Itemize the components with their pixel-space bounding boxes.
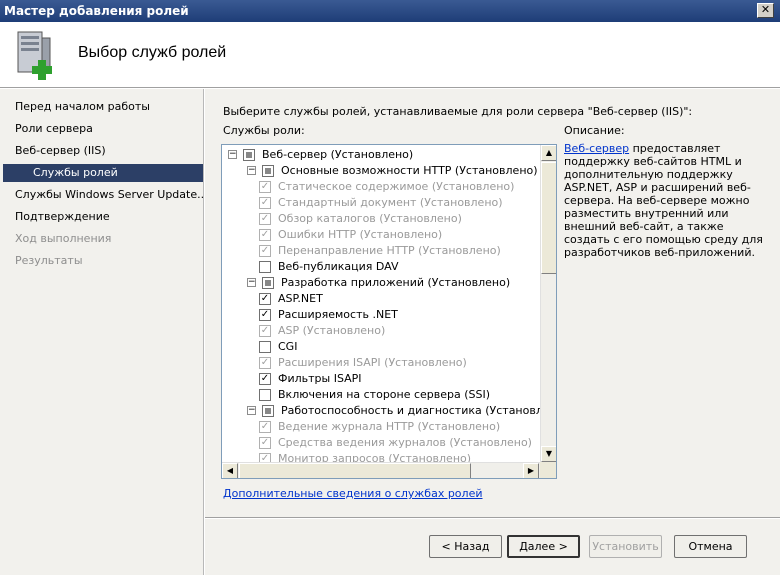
wizard-steps-nav: Перед началом работы Роли сервера Веб-се… [0, 89, 204, 575]
checkbox: ✓ [259, 245, 271, 257]
tree-item-label: CGI [278, 340, 298, 353]
tree-item-label: Веб-сервер (Установлено) [262, 148, 414, 161]
scroll-left-icon[interactable]: ◀ [222, 463, 238, 478]
checkbox: ✓ [259, 213, 271, 225]
checkbox[interactable] [259, 261, 271, 273]
tree-item-label: Веб-публикация DAV [278, 260, 399, 273]
tree-item-label: Основные возможности HTTP (Установлено) [281, 164, 538, 177]
checkbox[interactable]: ✓ [259, 309, 271, 321]
nav-step-confirmation[interactable]: Подтверждение [0, 208, 204, 226]
vertical-scrollbar[interactable]: ▲ ▼ [540, 145, 556, 462]
checkbox[interactable] [259, 389, 271, 401]
collapse-icon[interactable]: − [247, 406, 256, 415]
nav-step-progress: Ход выполнения [15, 232, 112, 245]
instruction-text: Выберите службы ролей, устанавливаемые д… [223, 105, 693, 118]
tree-item-label: Статическое содержимое (Установлено) [278, 180, 515, 193]
description-text: Веб-сервер предоставляет поддержку веб-с… [564, 142, 764, 259]
wizard-header: Выбор служб ролей [0, 22, 780, 88]
checkbox[interactable] [243, 149, 255, 161]
checkbox: ✓ [259, 229, 271, 241]
description-body: предоставляет поддержку веб-сайтов HTML … [564, 142, 763, 259]
title-bar: Мастер добавления ролей ✕ [0, 0, 780, 22]
checkbox: ✓ [259, 181, 271, 193]
scroll-down-icon[interactable]: ▼ [541, 446, 556, 462]
checkbox: ✓ [259, 357, 271, 369]
tree-item-label: Расширяемость .NET [278, 308, 398, 321]
install-button: Установить [589, 535, 662, 558]
checkbox: ✓ [259, 197, 271, 209]
checkbox[interactable] [262, 405, 274, 417]
description-label: Описание: [564, 124, 625, 137]
collapse-icon[interactable]: − [247, 166, 256, 175]
more-info-link[interactable]: Дополнительные сведения о службах ролей [223, 487, 483, 500]
tree-item-label: Фильтры ISAPI [278, 372, 362, 385]
checkbox: ✓ [259, 421, 271, 433]
tree-item-label: Перенаправление HTTP (Установлено) [278, 244, 501, 257]
tree-item-label: Ошибки HTTP (Установлено) [278, 228, 443, 241]
collapse-icon[interactable]: − [228, 150, 237, 159]
footer-separator [205, 517, 780, 519]
horizontal-scroll-thumb[interactable] [239, 463, 471, 478]
collapse-icon[interactable]: − [247, 278, 256, 287]
tree-item-label: ASP.NET [278, 292, 323, 305]
nav-step-before-you-begin[interactable]: Перед началом работы [0, 98, 204, 116]
nav-step-wsus[interactable]: Службы Windows Server Update... [0, 186, 204, 204]
main-panel: Выберите службы ролей, устанавливаемые д… [205, 89, 780, 575]
horizontal-scrollbar[interactable]: ◀ ▶ [222, 462, 556, 478]
tree-item-label: Работоспособность и диагностика (Установ… [281, 404, 557, 417]
cancel-button[interactable]: Отмена [674, 535, 747, 558]
nav-step-web-server[interactable]: Веб-сервер (IIS) [0, 142, 204, 160]
checkbox[interactable] [259, 341, 271, 353]
server-add-icon [17, 31, 52, 80]
scroll-up-icon[interactable]: ▲ [541, 145, 556, 161]
scroll-corner [540, 462, 556, 478]
tree-item-label: Включения на стороне сервера (SSI) [278, 388, 491, 401]
close-button[interactable]: ✕ [757, 3, 774, 18]
web-server-link[interactable]: Веб-сервер [564, 142, 629, 155]
checkbox[interactable]: ✓ [259, 373, 271, 385]
page-title: Выбор служб ролей [78, 44, 227, 61]
next-button[interactable]: Далее > [507, 535, 580, 558]
window-title: Мастер добавления ролей [4, 4, 189, 18]
role-services-tree[interactable]: − Веб-сервер (Установлено) − Основные возмо… [221, 144, 557, 479]
role-services-label: Службы роли: [223, 124, 305, 137]
nav-step-role-services[interactable]: Службы ролей [3, 164, 203, 182]
nav-step-server-roles[interactable]: Роли сервера [0, 120, 204, 138]
checkbox[interactable] [262, 277, 274, 289]
tree-item-label: Расширения ISAPI (Установлено) [278, 356, 467, 369]
checkbox[interactable] [262, 165, 274, 177]
checkbox[interactable]: ✓ [259, 293, 271, 305]
tree-item-label: Стандартный документ (Установлено) [278, 196, 503, 209]
checkbox: ✓ [259, 325, 271, 337]
tree-item-label: Средства ведения журналов (Установлено) [278, 436, 532, 449]
tree-item-label: Обзор каталогов (Установлено) [278, 212, 462, 225]
tree-item-label: Разработка приложений (Установлено) [281, 276, 511, 289]
checkbox: ✓ [259, 437, 271, 449]
scroll-right-icon[interactable]: ▶ [523, 463, 539, 478]
vertical-scroll-thumb[interactable] [541, 162, 556, 274]
nav-step-results: Результаты [15, 254, 83, 267]
tree-item-label: ASP (Установлено) [278, 324, 386, 337]
back-button[interactable]: < Назад [429, 535, 502, 558]
tree-item-label: Ведение журнала HTTP (Установлено) [278, 420, 501, 433]
